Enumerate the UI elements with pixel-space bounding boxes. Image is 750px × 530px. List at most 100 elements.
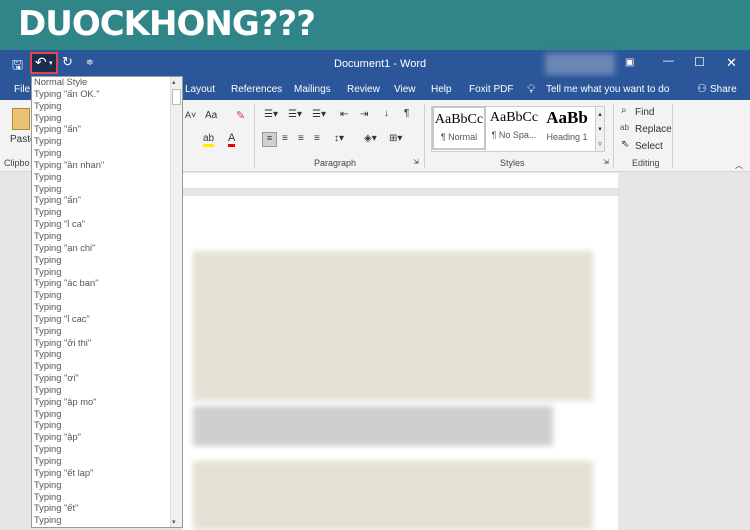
style-name: ¶ Normal	[440, 132, 478, 142]
tab-layout[interactable]: Layout	[185, 84, 215, 95]
undo-list-item[interactable]: Typing	[32, 231, 182, 243]
tell-me-search[interactable]: Tell me what you want to do	[546, 84, 669, 95]
undo-list-item[interactable]: Typing "ập mo"	[32, 397, 182, 409]
collapse-ribbon-icon[interactable]: ︿	[735, 160, 743, 171]
undo-list-item[interactable]: Typing	[32, 361, 182, 373]
undo-list-item[interactable]: Typing	[32, 420, 182, 432]
undo-list-item[interactable]: Typing	[32, 136, 182, 148]
banner: DUOCKHONG???	[0, 0, 750, 50]
undo-list-item[interactable]: Typing	[32, 267, 182, 279]
undo-list-item[interactable]: Typing "ạn chi"	[32, 243, 182, 255]
font-color-icon[interactable]: A	[228, 132, 236, 147]
increase-indent-icon[interactable]: ⇥	[360, 109, 368, 120]
justify-icon[interactable]: ≡	[314, 133, 320, 144]
styles-dialog-launcher[interactable]: ⇲	[603, 158, 609, 166]
undo-list-item[interactable]: Typing	[32, 184, 182, 196]
chevron-down-icon[interactable]: ▾	[49, 59, 53, 67]
undo-list-item[interactable]: Typing	[32, 207, 182, 219]
borders-icon[interactable]: ⊞▾	[389, 133, 402, 144]
scroll-up-icon[interactable]: ▴	[172, 78, 176, 86]
tab-help[interactable]: Help	[431, 84, 452, 95]
undo-list-item[interactable]: Typing	[32, 255, 182, 267]
undo-list-item[interactable]: Typing	[32, 290, 182, 302]
shrink-font-icon[interactable]: A˅	[185, 110, 196, 120]
undo-list-item[interactable]: Typing	[32, 113, 182, 125]
center-icon[interactable]: ≡	[282, 133, 288, 144]
sort-icon[interactable]: ↓	[384, 108, 389, 119]
multilevel-list-icon[interactable]: ☰▾	[312, 109, 326, 120]
replace-button[interactable]: Replace	[635, 124, 672, 135]
undo-list-item[interactable]: Normal Style	[32, 77, 182, 89]
undo-list-item[interactable]: Typing	[32, 148, 182, 160]
undo-list-item[interactable]: Typing "ác ban"	[32, 278, 182, 290]
line-spacing-icon[interactable]: ↕▾	[334, 133, 344, 144]
undo-list-item[interactable]: Typing "ấn"	[32, 195, 182, 207]
find-button[interactable]: Find	[635, 107, 654, 118]
close-button[interactable]: ✕	[726, 55, 737, 71]
paragraph-dialog-launcher[interactable]: ⇲	[413, 158, 419, 166]
customize-icon[interactable]: ≑	[86, 57, 94, 68]
undo-list-item[interactable]: Typing	[32, 385, 182, 397]
share-button[interactable]: Share	[710, 84, 737, 95]
numbering-icon[interactable]: ☰▾	[288, 109, 302, 120]
undo-history-list[interactable]: Normal Style Typing "ấn OK." Typing Typing T…	[31, 76, 183, 528]
scroll-down-icon[interactable]: ▾	[172, 518, 176, 526]
minimize-button[interactable]: —	[663, 55, 674, 67]
undo-list-item[interactable]: Typing	[32, 302, 182, 314]
style-name: ¶ No Spa...	[491, 130, 537, 140]
undo-list-item[interactable]: Typing	[32, 480, 182, 492]
tab-view[interactable]: View	[394, 84, 416, 95]
decrease-indent-icon[interactable]: ⇤	[340, 109, 348, 120]
undo-list-item[interactable]: Typing "ấn"	[32, 124, 182, 136]
shading-icon[interactable]: ◈▾	[364, 133, 377, 144]
document-page[interactable]	[183, 196, 618, 530]
account-area[interactable]	[545, 53, 615, 75]
undo-list-item[interactable]: Typing "ần nhan"	[32, 160, 182, 172]
tab-foxit-pdf[interactable]: Foxit PDF	[469, 84, 513, 95]
bullets-icon[interactable]: ☰▾	[264, 109, 278, 120]
undo-list-item[interactable]: Typing	[32, 492, 182, 504]
undo-button[interactable]: ↶ ▾	[30, 52, 58, 74]
undo-list-item[interactable]: Typing "ập"	[32, 432, 182, 444]
tab-file[interactable]: File	[14, 84, 30, 95]
tab-mailings[interactable]: Mailings	[294, 84, 331, 95]
undo-list-item[interactable]: Typing	[32, 456, 182, 468]
align-right-icon[interactable]: ≡	[298, 133, 304, 144]
styles-group-label: Styles	[500, 158, 525, 168]
undo-list-item[interactable]: Typing "ết"	[32, 503, 182, 515]
undo-list-item[interactable]: Typing "ỉ ca"	[32, 219, 182, 231]
styles-scroll[interactable]: ▴ ▾ ▿	[595, 106, 605, 152]
undo-list-item[interactable]: Typing	[32, 444, 182, 456]
align-left-icon[interactable]: ≡	[262, 132, 277, 147]
ribbon-display-options-icon[interactable]: ▣	[625, 57, 634, 68]
change-case-button[interactable]: Aa	[205, 110, 217, 121]
style-heading-1[interactable]: AaBb Heading 1	[540, 106, 594, 150]
select-button[interactable]: Select	[635, 141, 663, 152]
style-normal[interactable]: AaBbCc ¶ Normal	[432, 106, 486, 150]
maximize-button[interactable]: ☐	[694, 55, 705, 69]
undo-list-item[interactable]: Typing	[32, 349, 182, 361]
undo-list-item[interactable]: Typing "ỉ cac"	[32, 314, 182, 326]
undo-list-item[interactable]: Typing "ết lap"	[32, 468, 182, 480]
undo-list-item[interactable]: Typing	[32, 515, 182, 527]
redo-icon[interactable]: ↻	[62, 54, 73, 70]
scroll-thumb[interactable]	[172, 89, 181, 105]
paste-icon[interactable]	[12, 108, 30, 130]
share-icon: ⚇	[697, 83, 707, 95]
undo-list-item[interactable]: Typing	[32, 101, 182, 113]
show-formatting-icon[interactable]: ¶	[404, 108, 409, 119]
undo-list-item[interactable]: Typing	[32, 172, 182, 184]
undo-list-item[interactable]: Typing	[32, 326, 182, 338]
banner-text: DUOCKHONG???	[18, 4, 316, 44]
undo-list-item[interactable]: Typing "ởi thi"	[32, 338, 182, 350]
undo-list-item[interactable]: Typing "ơi"	[32, 373, 182, 385]
undo-list-scrollbar[interactable]: ▴ ▾	[170, 77, 182, 527]
clear-formatting-icon[interactable]: ✎	[236, 109, 245, 122]
save-icon[interactable]: 🖫	[12, 56, 23, 78]
undo-list-item[interactable]: Typing "ấn OK."	[32, 89, 182, 101]
tab-review[interactable]: Review	[347, 84, 380, 95]
undo-list-item[interactable]: Typing	[32, 409, 182, 421]
highlight-color-icon[interactable]: ab	[203, 134, 215, 147]
style-no-spacing[interactable]: AaBbCc ¶ No Spa...	[487, 106, 541, 150]
tab-references[interactable]: References	[231, 84, 282, 95]
